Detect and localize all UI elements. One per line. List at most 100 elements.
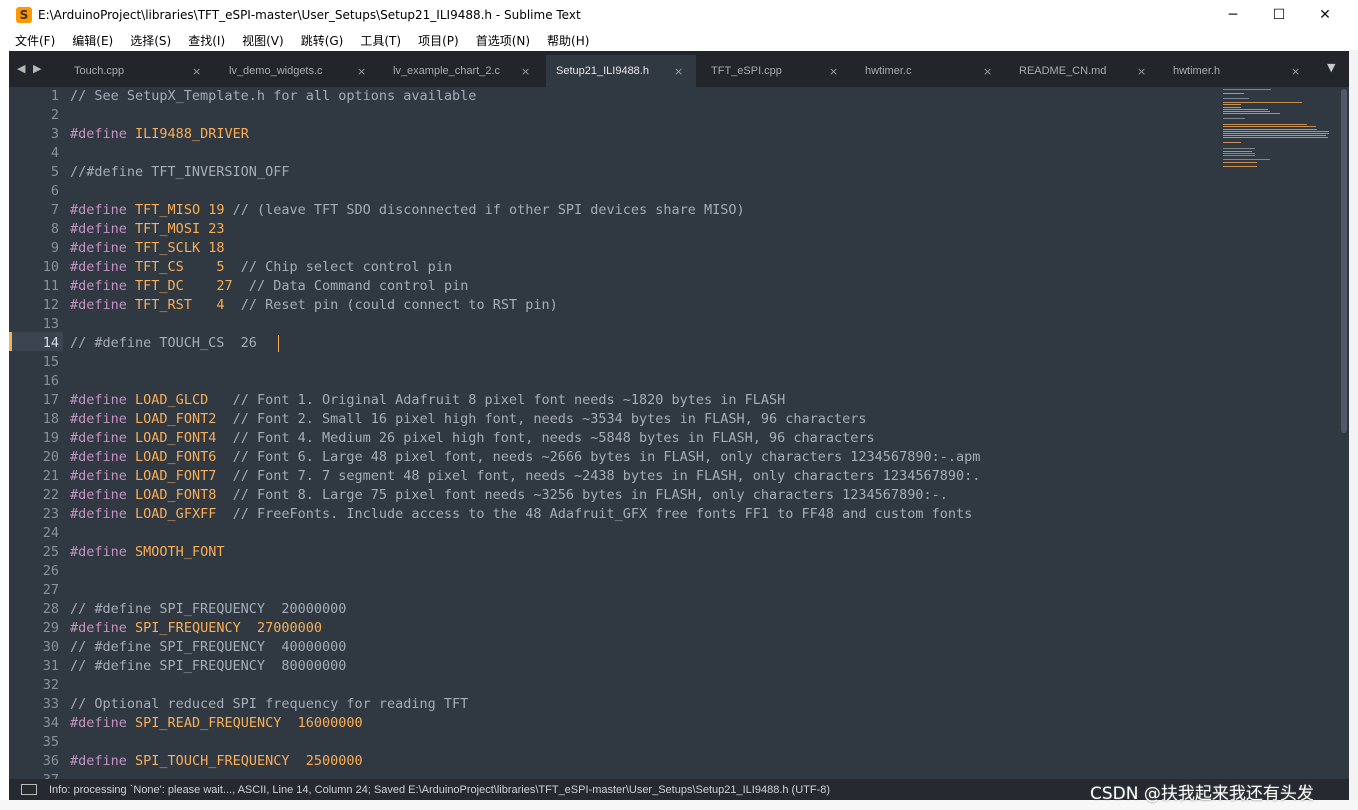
tab-close-icon[interactable]: × [192, 65, 201, 78]
minimap-line [1223, 152, 1256, 154]
minimap-line [1223, 111, 1270, 112]
code-line[interactable]: #define TFT_SCLK 18 [70, 239, 224, 258]
close-button[interactable]: ✕ [1302, 0, 1348, 30]
line-number: 20 [42, 449, 59, 465]
tab-close-icon[interactable]: × [983, 65, 992, 78]
code-line[interactable]: // Optional reduced SPI frequency for re… [70, 695, 468, 714]
tab-list-dropdown-icon[interactable]: ▼ [1327, 61, 1335, 74]
tab-touch-cpp[interactable]: Touch.cpp × [64, 55, 214, 87]
status-text: Info: processing `None': please wait...,… [49, 783, 831, 796]
tab-tft-espi-cpp[interactable]: TFT_eSPI.cpp × [701, 55, 851, 87]
minimap-line [1223, 106, 1242, 108]
line-number: 22 [42, 487, 59, 503]
line-number: 14 [42, 335, 59, 351]
code-line[interactable]: // #define SPI_FREQUENCY 80000000 [70, 657, 346, 676]
tab-close-icon[interactable]: × [674, 65, 683, 78]
tab-lv-example-chart-2-c[interactable]: lv_example_chart_2.c × [383, 55, 543, 87]
vertical-scrollbar[interactable] [1338, 87, 1349, 779]
line-number: 34 [42, 715, 59, 731]
code-editor[interactable]: 1 2 3 4 5 6 7 8 9 10 11 12 13 14 15 16 17 18 19 20 21 22 23 24 2… [9, 87, 1349, 779]
menu-goto[interactable]: 跳转(G) [301, 32, 344, 49]
minimap-line [1223, 113, 1280, 115]
code-line[interactable]: #define LOAD_GFXFF // FreeFonts. Include… [70, 505, 972, 524]
menu-selection[interactable]: 选择(S) [130, 32, 171, 49]
tab-hwtimer-h[interactable]: hwtimer.h × [1163, 55, 1313, 87]
code-line[interactable]: #define TFT_DC 27 // Data Command contro… [70, 277, 468, 296]
line-number: 12 [42, 297, 59, 313]
minimap[interactable] [1201, 87, 1337, 177]
tab-close-icon[interactable]: × [1291, 65, 1300, 78]
tab-label: hwtimer.h [1173, 65, 1221, 77]
code-line[interactable]: // See SetupX_Template.h for all options… [70, 87, 476, 106]
line-number: 2 [50, 107, 59, 123]
menu-file[interactable]: 文件(F) [15, 32, 55, 49]
code-line[interactable]: #define LOAD_FONT4 // Font 4. Medium 26 … [70, 429, 875, 448]
line-number-gutter: 1 2 3 4 5 6 7 8 9 10 11 12 13 14 15 16 17 18 19 20 21 22 23 24 2… [9, 87, 59, 779]
line-number: 31 [42, 658, 59, 674]
tab-readme-cn-md[interactable]: README_CN.md × [1009, 55, 1159, 87]
code-line[interactable]: #define TFT_RST 4 // Reset pin (could co… [70, 296, 558, 315]
line-number: 5 [50, 164, 59, 180]
menu-find[interactable]: 查找(I) [188, 32, 225, 49]
tab-setup21-ili9488-h[interactable]: Setup21_ILI9488.h × [546, 55, 696, 87]
maximize-button[interactable]: ☐ [1256, 0, 1302, 30]
scrollbar-thumb[interactable] [1341, 89, 1347, 433]
code-line[interactable]: // #define SPI_FREQUENCY 20000000 [70, 600, 346, 619]
code-line[interactable]: #define LOAD_FONT2 // Font 2. Small 16 p… [70, 410, 867, 429]
tab-close-icon[interactable]: × [521, 65, 530, 78]
menu-project[interactable]: 项目(P) [418, 32, 459, 49]
menu-preferences[interactable]: 首选项(N) [476, 32, 530, 49]
minimap-line [1223, 141, 1242, 143]
tab-close-icon[interactable]: × [829, 65, 838, 78]
code-line[interactable]: #define LOAD_GLCD // Font 1. Original Ad… [70, 391, 785, 410]
minimap-line [1223, 166, 1258, 167]
code-line[interactable]: #define SPI_TOUCH_FREQUENCY 2500000 [70, 752, 363, 771]
tab-nav-arrows-icon[interactable]: ◀ ▶ [17, 62, 43, 75]
line-number: 30 [42, 639, 59, 655]
line-number: 19 [42, 430, 59, 446]
tab-label: lv_example_chart_2.c [393, 65, 501, 77]
line-number: 25 [42, 544, 59, 560]
minimap-line [1223, 148, 1256, 150]
tab-bar: ◀ ▶ Touch.cpp × lv_demo_widgets.c × lv_examp… [9, 51, 1349, 87]
code-line[interactable]: #define SPI_FREQUENCY 27000000 [70, 619, 322, 638]
menu-help[interactable]: 帮助(H) [547, 32, 589, 49]
tab-close-icon[interactable]: × [357, 65, 366, 78]
minimap-line [1223, 124, 1307, 126]
line-number: 28 [42, 601, 59, 617]
code-line[interactable]: #define LOAD_FONT8 // Font 8. Large 75 p… [70, 486, 948, 505]
line-number: 6 [50, 183, 59, 199]
menu-view[interactable]: 视图(V) [242, 32, 284, 49]
minimap-line [1223, 135, 1326, 137]
code-line[interactable]: //#define TFT_INVERSION_OFF [70, 163, 289, 182]
code-line[interactable]: // #define SPI_FREQUENCY 40000000 [70, 638, 346, 657]
minimap-line [1223, 89, 1271, 90]
minimap-line [1223, 159, 1270, 161]
line-number: 35 [42, 734, 59, 750]
code-line[interactable]: // #define TOUCH_CS 26 [70, 334, 257, 353]
tab-lv-demo-widgets-c[interactable]: lv_demo_widgets.c × [219, 55, 379, 87]
minimap-line [1223, 161, 1258, 163]
line-number: 17 [42, 392, 59, 408]
minimize-button[interactable]: ─ [1210, 0, 1256, 30]
tab-close-icon[interactable]: × [1137, 65, 1146, 78]
code-line[interactable]: #define SMOOTH_FONT [70, 543, 224, 562]
code-line[interactable]: #define SPI_READ_FREQUENCY 16000000 [70, 714, 363, 733]
panel-toggle-icon[interactable] [21, 784, 37, 795]
tab-hwtimer-c[interactable]: hwtimer.c × [855, 55, 1005, 87]
code-line[interactable]: #define LOAD_FONT6 // Font 6. Large 48 p… [70, 448, 980, 467]
code-line[interactable]: #define TFT_MISO 19 // (leave TFT SDO di… [70, 201, 745, 220]
menu-edit[interactable]: 编辑(E) [72, 32, 113, 49]
code-line[interactable]: #define TFT_CS 5 // Chip select control … [70, 258, 452, 277]
tab-label: hwtimer.c [865, 65, 912, 77]
tab-label: Setup21_ILI9488.h [556, 65, 649, 77]
menu-tools[interactable]: 工具(T) [360, 32, 401, 49]
code-line[interactable]: #define ILI9488_DRIVER [70, 125, 249, 144]
minimap-line [1223, 150, 1253, 152]
code-line[interactable]: #define TFT_MOSI 23 [70, 220, 224, 239]
code-line[interactable]: #define LOAD_FONT7 // Font 7. 7 segment … [70, 467, 980, 486]
line-number: 33 [42, 696, 59, 712]
minimap-line [1223, 102, 1302, 104]
line-number: 16 [42, 373, 59, 389]
minimap-line [1223, 130, 1330, 132]
